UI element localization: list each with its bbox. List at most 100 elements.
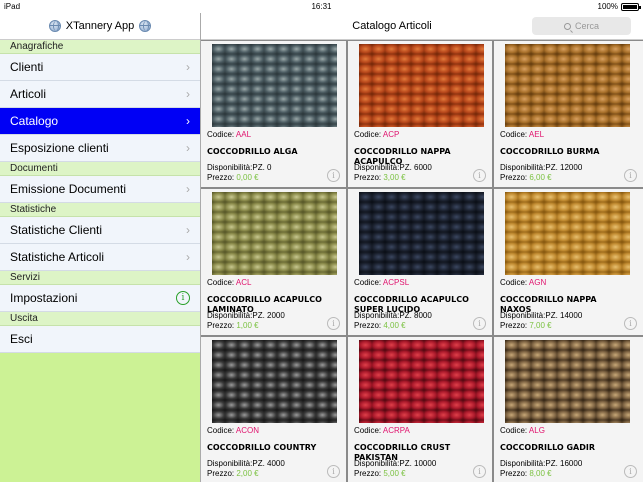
article-price: Prezzo: 1,00 € — [207, 321, 259, 330]
sidebar-item-impostazioni[interactable]: Impostazioni i — [0, 285, 200, 312]
article-card[interactable]: Codice: ACON COCCODRILLO COUNTRY Disponibi… — [201, 337, 346, 482]
search-field[interactable]: Cerca — [532, 17, 631, 35]
article-price: Prezzo: 2,00 € — [207, 469, 259, 478]
sidebar-item-statistiche-clienti[interactable]: Statistiche Clienti › — [0, 217, 200, 244]
section-header: Statistiche — [0, 203, 200, 217]
leather-swatch-image — [505, 192, 630, 275]
sidebar-item-catalogo[interactable]: Catalogo › — [0, 108, 200, 135]
sidebar-item-label: Impostazioni — [10, 291, 78, 305]
page-title: Catalogo Articoli — [352, 20, 432, 32]
info-icon[interactable]: i — [327, 465, 340, 478]
availability-value: PZ. 2000 — [252, 311, 285, 320]
info-icon[interactable]: i — [327, 169, 340, 182]
info-icon[interactable]: i — [624, 317, 637, 330]
chevron-right-icon: › — [186, 182, 190, 196]
article-code: Codice: ACRPA — [354, 426, 410, 435]
info-icon[interactable]: i — [473, 317, 486, 330]
article-availability: Disponibilità:PZ. 14000 — [500, 311, 582, 320]
price-label: Prezzo: — [207, 469, 235, 478]
price-value: 1,00 € — [236, 321, 259, 330]
info-icon[interactable]: i — [624, 169, 637, 182]
article-price: Prezzo: 7,00 € — [500, 321, 552, 330]
status-bar: iPad 16:31 100% — [0, 0, 643, 13]
info-icon[interactable]: i — [327, 317, 340, 330]
article-availability: Disponibilità:PZ. 4000 — [207, 459, 285, 468]
code-value: AGN — [528, 278, 547, 287]
chevron-right-icon: › — [186, 60, 190, 74]
main-panel: Catalogo Articoli Cerca Codice: AAL COCCO… — [201, 13, 643, 482]
info-icon[interactable]: i — [624, 465, 637, 478]
code-label: Codice: — [500, 278, 528, 287]
article-code: Codice: ACPSL — [354, 278, 409, 287]
leather-swatch-image — [212, 44, 337, 127]
globe-icon — [139, 20, 152, 32]
sidebar-item-articoli[interactable]: Articoli › — [0, 81, 200, 108]
info-icon: i — [176, 291, 190, 305]
leather-swatch-image — [359, 192, 484, 275]
info-icon[interactable]: i — [473, 169, 486, 182]
code-label: Codice: — [207, 130, 235, 139]
price-value: 5,00 € — [383, 469, 406, 478]
article-availability: Disponibilità:PZ. 8000 — [354, 311, 432, 320]
code-value: ACP — [382, 130, 400, 139]
price-value: 4,00 € — [383, 321, 406, 330]
article-price: Prezzo: 4,00 € — [354, 321, 406, 330]
article-card[interactable]: Codice: ACL COCCODRILLO ACAPULCO LAMINATO… — [201, 189, 346, 335]
sidebar-item-statistiche-articoli[interactable]: Statistiche Articoli › — [0, 244, 200, 271]
availability-label: Disponibilità: — [207, 163, 253, 172]
section-header: Uscita — [0, 312, 200, 326]
availability-label: Disponibilità: — [500, 311, 546, 320]
article-card[interactable]: Codice: AGN COCCODRILLO NAPPA NAXOS Dispon… — [494, 189, 643, 335]
price-label: Prezzo: — [500, 469, 528, 478]
sidebar-item-esposizione-clienti[interactable]: Esposizione clienti › — [0, 135, 200, 162]
sidebar-item-label: Esci — [10, 332, 33, 346]
article-code: Codice: ACL — [207, 278, 251, 287]
article-card[interactable]: Codice: ALG COCCODRILLO GADIR Disponibilit… — [494, 337, 643, 482]
availability-value: PZ. 12000 — [545, 163, 583, 172]
sidebar-item-emissione-documenti[interactable]: Emissione Documenti › — [0, 176, 200, 203]
price-value: 7,00 € — [529, 321, 552, 330]
article-card[interactable]: Codice: ACRPA COCCODRILLO CRUST PAKISTAN D… — [348, 337, 492, 482]
chevron-right-icon: › — [186, 87, 190, 101]
info-icon[interactable]: i — [473, 465, 486, 478]
sidebar-item-label: Catalogo — [10, 114, 59, 128]
sidebar: XTannery App Anagrafiche Clienti › Articoli… — [0, 13, 201, 482]
battery-percent: 100% — [597, 2, 618, 11]
code-label: Codice: — [207, 278, 235, 287]
price-value: 6,00 € — [529, 173, 552, 182]
price-label: Prezzo: — [354, 321, 382, 330]
leather-swatch-image — [505, 340, 630, 423]
availability-label: Disponibilità: — [500, 163, 546, 172]
section-header: Anagrafiche — [0, 40, 200, 54]
leather-swatch-image — [359, 340, 484, 423]
code-value: ACON — [235, 426, 260, 435]
leather-swatch-image — [359, 44, 484, 127]
availability-label: Disponibilità: — [354, 459, 400, 468]
availability-label: Disponibilità: — [207, 311, 253, 320]
article-card[interactable]: Codice: ACP COCCODRILLO NAPPA ACAPULCO Dis… — [348, 41, 492, 187]
availability-value: PZ. 14000 — [545, 311, 583, 320]
sidebar-item-esci[interactable]: Esci — [0, 326, 200, 353]
code-label: Codice: — [500, 130, 528, 139]
article-card[interactable]: Codice: AEL COCCODRILLO BURMA Disponibilit… — [494, 41, 643, 187]
code-value: AAL — [235, 130, 252, 139]
article-grid: Codice: AAL COCCODRILLO ALGA Disponibilità… — [201, 41, 643, 482]
availability-value: PZ. 6000 — [399, 163, 432, 172]
article-code: Codice: AEL — [500, 130, 544, 139]
sidebar-item-label: Statistiche Clienti — [10, 223, 103, 237]
availability-value: PZ. 8000 — [399, 311, 432, 320]
article-code: Codice: ACP — [354, 130, 399, 139]
code-label: Codice: — [354, 426, 382, 435]
leather-swatch-image — [505, 44, 630, 127]
main-header: Catalogo Articoli Cerca — [201, 13, 643, 40]
article-card[interactable]: Codice: AAL COCCODRILLO ALGA Disponibilità… — [201, 41, 346, 187]
article-card[interactable]: Codice: ACPSL COCCODRILLO ACAPULCO SUPER … — [348, 189, 492, 335]
article-price: Prezzo: 8,00 € — [500, 469, 552, 478]
availability-label: Disponibilità: — [207, 459, 253, 468]
clock: 16:31 — [311, 2, 332, 11]
globe-icon — [48, 20, 61, 32]
chevron-right-icon: › — [186, 141, 190, 155]
sidebar-item-clienti[interactable]: Clienti › — [0, 54, 200, 81]
code-label: Codice: — [500, 426, 528, 435]
search-placeholder: Cerca — [574, 21, 599, 31]
